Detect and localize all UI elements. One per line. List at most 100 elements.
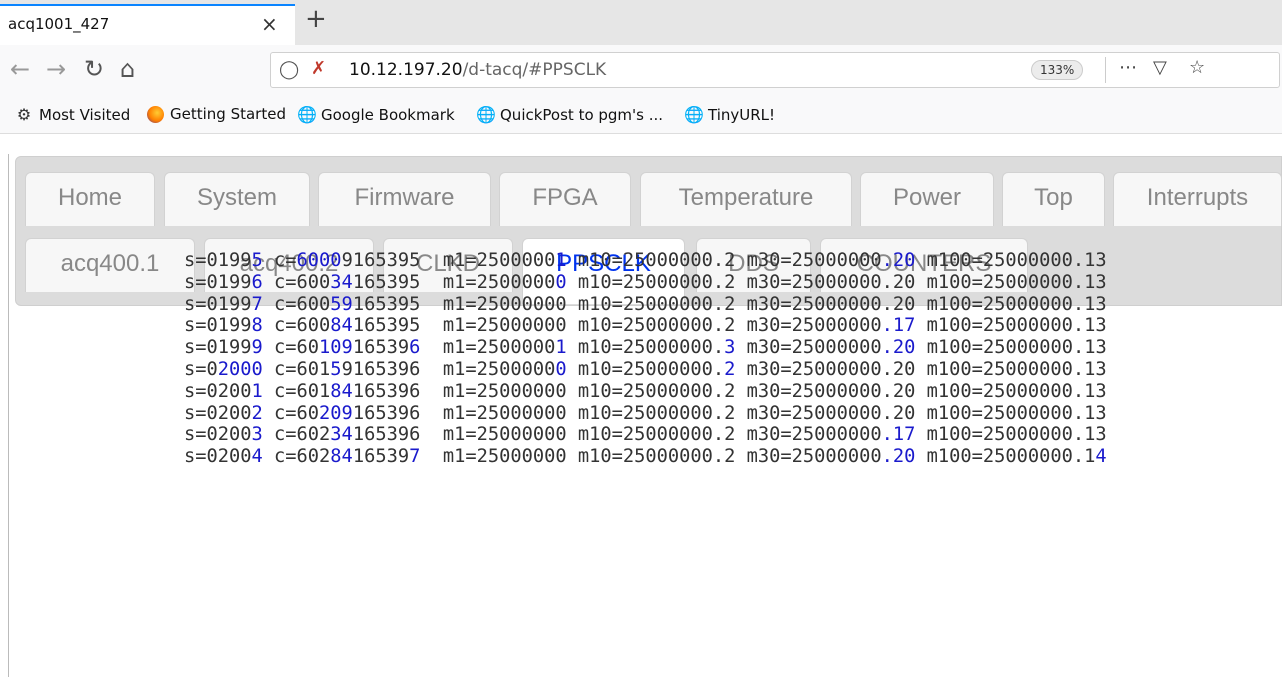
log-text: m100=25000000.13 [915,337,1107,359]
bookmark-quickpost[interactable]: 🌐 QuickPost to pgm's ... [476,105,663,124]
bookmark-star-icon[interactable]: ☆ [1189,57,1205,78]
log-text: c=601 [262,358,331,380]
tab-temperature[interactable]: Temperature [640,172,852,226]
changed-digits: .20 [881,337,916,359]
changed-digits: 1 [555,250,567,271]
log-text: 165395 m1=2500000 [352,271,556,293]
log-text: c=600 [262,293,331,315]
log-line: s=02002 c=60209165396 m1=25000000 m10=25… [184,403,1107,425]
changed-digits: 6 [409,337,421,359]
ppsclk-log: s=01995 c=60009165395 m1=25000001 m10=25… [184,250,1107,468]
log-text: c=601 [262,380,331,402]
changed-digits: .17 [881,424,916,446]
url-path: /d-tacq/#PPSCLK [462,60,607,80]
changed-digits: 1 [555,337,567,359]
tab-home[interactable]: Home [25,172,155,226]
changed-digits: 6000 [296,250,342,271]
pocket-icon[interactable]: ▽ [1153,57,1167,78]
bookmark-getting-started[interactable]: Getting Started [147,105,286,123]
forward-icon[interactable]: → [46,55,66,83]
shield-icon[interactable]: ◯ [279,59,299,80]
changed-digits: 0 [555,358,567,380]
log-text: m1=25000000 m10=25000000.2 m30=25000000 [420,446,882,468]
changed-digits: 34 [330,424,353,446]
page-actions-icon[interactable]: ⋯ [1119,57,1137,78]
tab-system[interactable]: System [164,172,310,226]
tab-power[interactable]: Power [860,172,994,226]
changed-digits: 59 [330,293,353,315]
log-text: 9165395 m1=2500000 [341,250,556,271]
log-text: m100=25000000.13 [915,250,1107,271]
tab-firmware[interactable]: Firmware [318,172,491,226]
url-text[interactable]: 10.12.197.20/d-tacq/#PPSCLK [349,60,606,80]
log-text: c=600 [262,271,331,293]
log-text: c=600 [262,315,331,337]
insecure-lock-icon[interactable]: ✗ [311,58,326,79]
tab-fpga[interactable]: FPGA [499,172,631,226]
tab-interrupts[interactable]: Interrupts [1113,172,1282,226]
changed-digits: 8 [251,315,263,337]
log-text: 9165396 m1=2500000 [341,358,556,380]
changed-digits: 84 [330,380,353,402]
bookmark-label: Google Bookmark [321,105,455,124]
log-text: m30=25000000 [735,337,882,359]
changed-digits: 5 [251,250,263,271]
zoom-indicator[interactable]: 133% [1031,60,1084,80]
bookmark-tinyurl[interactable]: 🌐 TinyURL! [684,105,775,124]
changed-digits: 7 [409,446,421,468]
reload-icon[interactable]: ↻ [84,55,104,83]
log-text: s=0199 [184,250,252,271]
tab-top[interactable]: Top [1002,172,1105,226]
changed-digits: 2000 [217,358,263,380]
changed-digits: 209 [319,402,353,424]
changed-digits: 1 [251,380,263,402]
page-border [8,154,9,677]
log-text: s=0199 [184,271,252,293]
changed-digits: 9 [251,337,263,359]
changed-digits: 34 [330,271,353,293]
log-text: 165396 m1=25000000 m10=25000000.2 m30=25… [352,402,1107,424]
log-text: 16539 [352,446,410,468]
home-icon[interactable]: ⌂ [120,55,135,83]
log-text: s=0200 [184,446,252,468]
log-text: m100=25000000.13 [915,424,1107,446]
log-text: s=0199 [184,315,252,337]
back-icon[interactable]: ← [10,55,30,83]
changed-digits: 3 [724,337,736,359]
changed-digits: 4 [251,446,263,468]
bookmark-label: Getting Started [170,105,286,123]
bookmark-most-visited[interactable]: ⚙ Most Visited [15,105,130,124]
log-text: m10=25000000. [566,358,725,380]
log-text: s=0200 [184,424,252,446]
tab-title: acq1001_427 [8,15,110,33]
bookmark-label: Most Visited [39,105,131,124]
log-line: s=01995 c=60009165395 m1=25000001 m10=25… [184,250,1107,272]
bookmark-google[interactable]: 🌐 Google Bookmark [297,105,455,124]
log-text: m30=25000000.20 m100=25000000.13 [735,358,1107,380]
browser-tab-strip: acq1001_427 × + [0,0,1282,45]
changed-digits: 4 [1095,446,1107,468]
log-text: m10=25000000. [566,337,725,359]
changed-digits: 5 [330,358,342,380]
log-text: 165395 m1=25000000 m10=25000000.2 m30=25… [352,293,1107,315]
new-tab-icon[interactable]: + [305,6,327,32]
log-line: s=02000 c=60159165396 m1=25000000 m10=25… [184,359,1107,381]
log-text: s=0199 [184,293,252,315]
changed-digits: 84 [330,446,353,468]
log-line: s=01999 c=60109165396 m1=25000001 m10=25… [184,337,1107,359]
changed-digits: 2 [724,358,736,380]
changed-digits: 109 [319,337,353,359]
browser-tab[interactable]: acq1001_427 × [0,4,295,45]
url-bar[interactable]: ◯ ✗ 10.12.197.20/d-tacq/#PPSCLK 133% ⋯ ▽… [270,52,1280,88]
log-text: s=0199 [184,337,252,359]
changed-digits: .17 [881,315,916,337]
log-text: 165396 m1=25000000 m10=25000000.2 m30=25… [352,424,882,446]
bookmarks-bar: ⚙ Most Visited Getting Started 🌐 Google … [0,95,1282,134]
log-text: m1=2500000 [420,337,556,359]
globe-icon: 🌐 [684,105,704,124]
log-text: m100=25000000.13 [915,315,1107,337]
close-icon[interactable]: × [261,12,278,36]
tab-acq400-1[interactable]: acq400.1 [25,238,195,292]
log-text: c= [262,250,297,271]
log-text: m10=25000000.2 m30=25000000.20 m100=2500… [566,271,1107,293]
